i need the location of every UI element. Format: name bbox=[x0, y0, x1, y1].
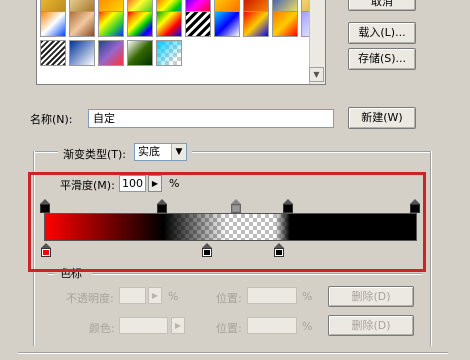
load-button[interactable]: 载入(L)... bbox=[348, 22, 416, 44]
color-position-field[interactable] bbox=[247, 317, 297, 334]
new-button[interactable]: 新建(W) bbox=[348, 107, 416, 129]
opacity-position-unit: % bbox=[302, 290, 313, 303]
delete-color-stop-button[interactable]: 删除(D) bbox=[328, 315, 414, 336]
color-swatch-field[interactable] bbox=[119, 317, 168, 334]
gradient-presets-panel bbox=[36, 0, 326, 85]
gradient-type-label: 渐变类型(T): bbox=[63, 148, 127, 161]
preset-swatch[interactable] bbox=[127, 11, 153, 37]
preset-swatch[interactable] bbox=[40, 40, 66, 66]
scroll-down-icon[interactable]: ▼ bbox=[309, 67, 324, 82]
group-frame-top bbox=[192, 151, 430, 152]
opacity-arrow-icon[interactable]: ▶ bbox=[148, 287, 162, 304]
opacity-position-label: 位置: bbox=[216, 292, 242, 305]
opacity-position-field[interactable] bbox=[247, 287, 297, 304]
preset-swatch[interactable] bbox=[98, 11, 124, 37]
preset-swatch[interactable] bbox=[40, 11, 66, 37]
preset-swatch[interactable] bbox=[214, 11, 240, 37]
group-frame-top bbox=[33, 151, 58, 152]
stops-group-frame-top bbox=[92, 273, 422, 274]
gradient-type-value: 实底 bbox=[138, 145, 160, 158]
name-label: 名称(N): bbox=[30, 113, 73, 126]
color-arrow-icon[interactable]: ▶ bbox=[171, 317, 185, 334]
stops-group-frame-top bbox=[48, 273, 54, 274]
chevron-down-icon[interactable]: ▼ bbox=[171, 144, 186, 160]
preset-swatch[interactable] bbox=[243, 11, 269, 37]
opacity-label: 不透明度: bbox=[66, 292, 114, 305]
preset-swatch[interactable] bbox=[185, 11, 211, 37]
dialog-bottom-edge bbox=[18, 352, 448, 353]
name-field[interactable]: 自定 bbox=[88, 109, 334, 128]
save-button[interactable]: 存储(S)... bbox=[348, 48, 416, 70]
opacity-unit: % bbox=[168, 290, 179, 303]
color-position-label: 位置: bbox=[216, 322, 242, 335]
annotation-highlight-box bbox=[28, 172, 426, 272]
gradient-type-select[interactable]: 实底 ▼ bbox=[134, 143, 187, 161]
group-frame-right bbox=[430, 151, 431, 346]
preset-swatch[interactable] bbox=[69, 11, 95, 37]
preset-swatch[interactable] bbox=[156, 40, 182, 66]
color-label: 颜色: bbox=[89, 322, 115, 335]
opacity-field[interactable] bbox=[119, 287, 146, 304]
preset-swatch[interactable] bbox=[127, 40, 153, 66]
delete-opacity-stop-button[interactable]: 删除(D) bbox=[328, 286, 414, 307]
preset-swatch[interactable] bbox=[69, 40, 95, 66]
preset-swatch[interactable] bbox=[156, 11, 182, 37]
cancel-button[interactable]: 取消 bbox=[348, 0, 416, 11]
preset-swatch[interactable] bbox=[272, 11, 298, 37]
color-position-unit: % bbox=[302, 320, 313, 333]
preset-swatch[interactable] bbox=[98, 40, 124, 66]
